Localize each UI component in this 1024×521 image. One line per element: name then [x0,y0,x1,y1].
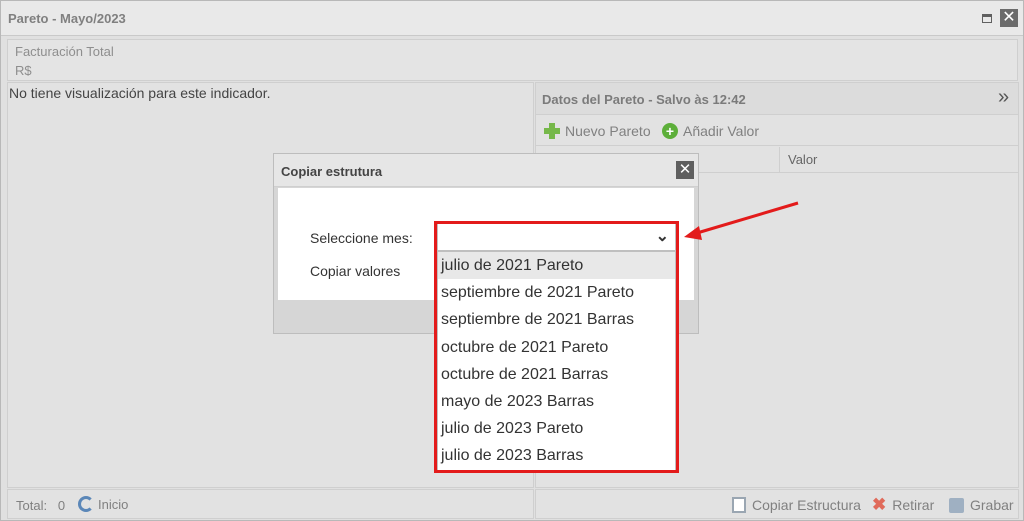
arrow-head [684,226,702,240]
arrow-shaft [696,201,799,235]
annotation-arrow [684,201,799,240]
